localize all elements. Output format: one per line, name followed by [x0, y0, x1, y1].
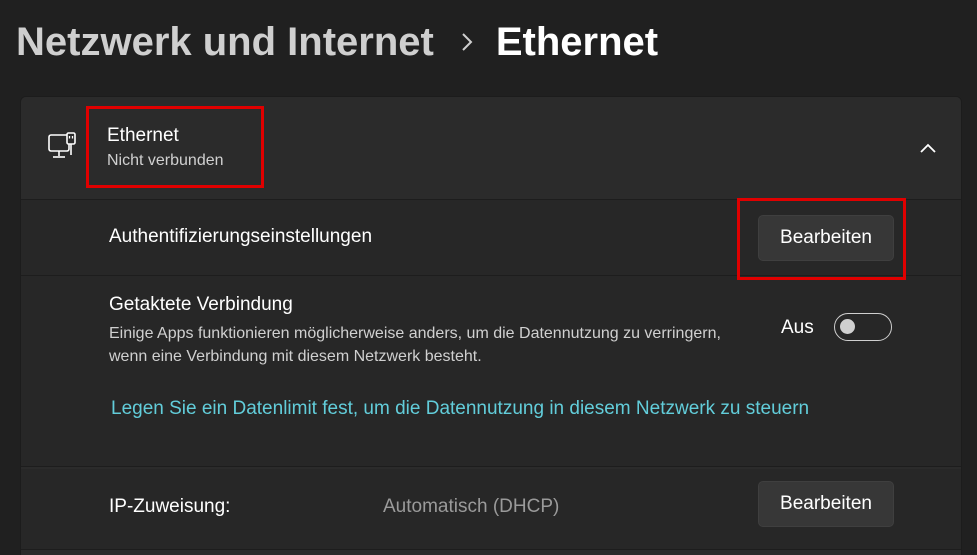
metered-toggle[interactable]	[834, 313, 892, 341]
chevron-up-icon[interactable]	[917, 137, 939, 159]
ethernet-card: Ethernet Nicht verbunden Authentifizieru…	[20, 96, 962, 555]
auth-settings-label: Authentifizierungseinstellungen	[109, 226, 373, 247]
page-title: Ethernet	[495, 19, 659, 64]
metered-description: Einige Apps funktionieren möglicherweise…	[109, 325, 721, 365]
ip-assignment-value: Automatisch (DHCP)	[383, 496, 560, 517]
auth-edit-button[interactable]: Bearbeiten	[758, 215, 894, 261]
settings-page: Netzwerk und Internet Ethernet Ethernet …	[0, 0, 977, 555]
auth-settings-row: Authentifizierungseinstellungen Bearbeit…	[21, 200, 961, 276]
breadcrumb: Netzwerk und Internet Ethernet	[16, 16, 658, 68]
metered-connection-row: Getaktete Verbindung Einige Apps funktio…	[21, 276, 961, 467]
chevron-right-icon	[460, 31, 474, 53]
toggle-knob	[840, 319, 855, 334]
data-limit-link[interactable]: Legen Sie ein Datenlimit fest, um die Da…	[111, 398, 809, 420]
ethernet-status: Nicht verbunden	[107, 152, 224, 169]
ethernet-card-header[interactable]: Ethernet Nicht verbunden	[21, 97, 961, 200]
breadcrumb-parent[interactable]: Netzwerk und Internet	[16, 20, 434, 65]
toggle-state-label: Aus	[781, 317, 814, 338]
ip-edit-button[interactable]: Bearbeiten	[758, 481, 894, 527]
ethernet-header-text: Ethernet Nicht verbunden	[107, 123, 224, 173]
ethernet-icon	[47, 131, 79, 163]
ip-assignment-label: IP-Zuweisung:	[109, 496, 231, 517]
ethernet-title: Ethernet	[107, 125, 179, 146]
ip-assignment-row: IP-Zuweisung: Automatisch (DHCP) Bearbei…	[21, 469, 961, 550]
metered-title: Getaktete Verbindung	[109, 294, 293, 315]
